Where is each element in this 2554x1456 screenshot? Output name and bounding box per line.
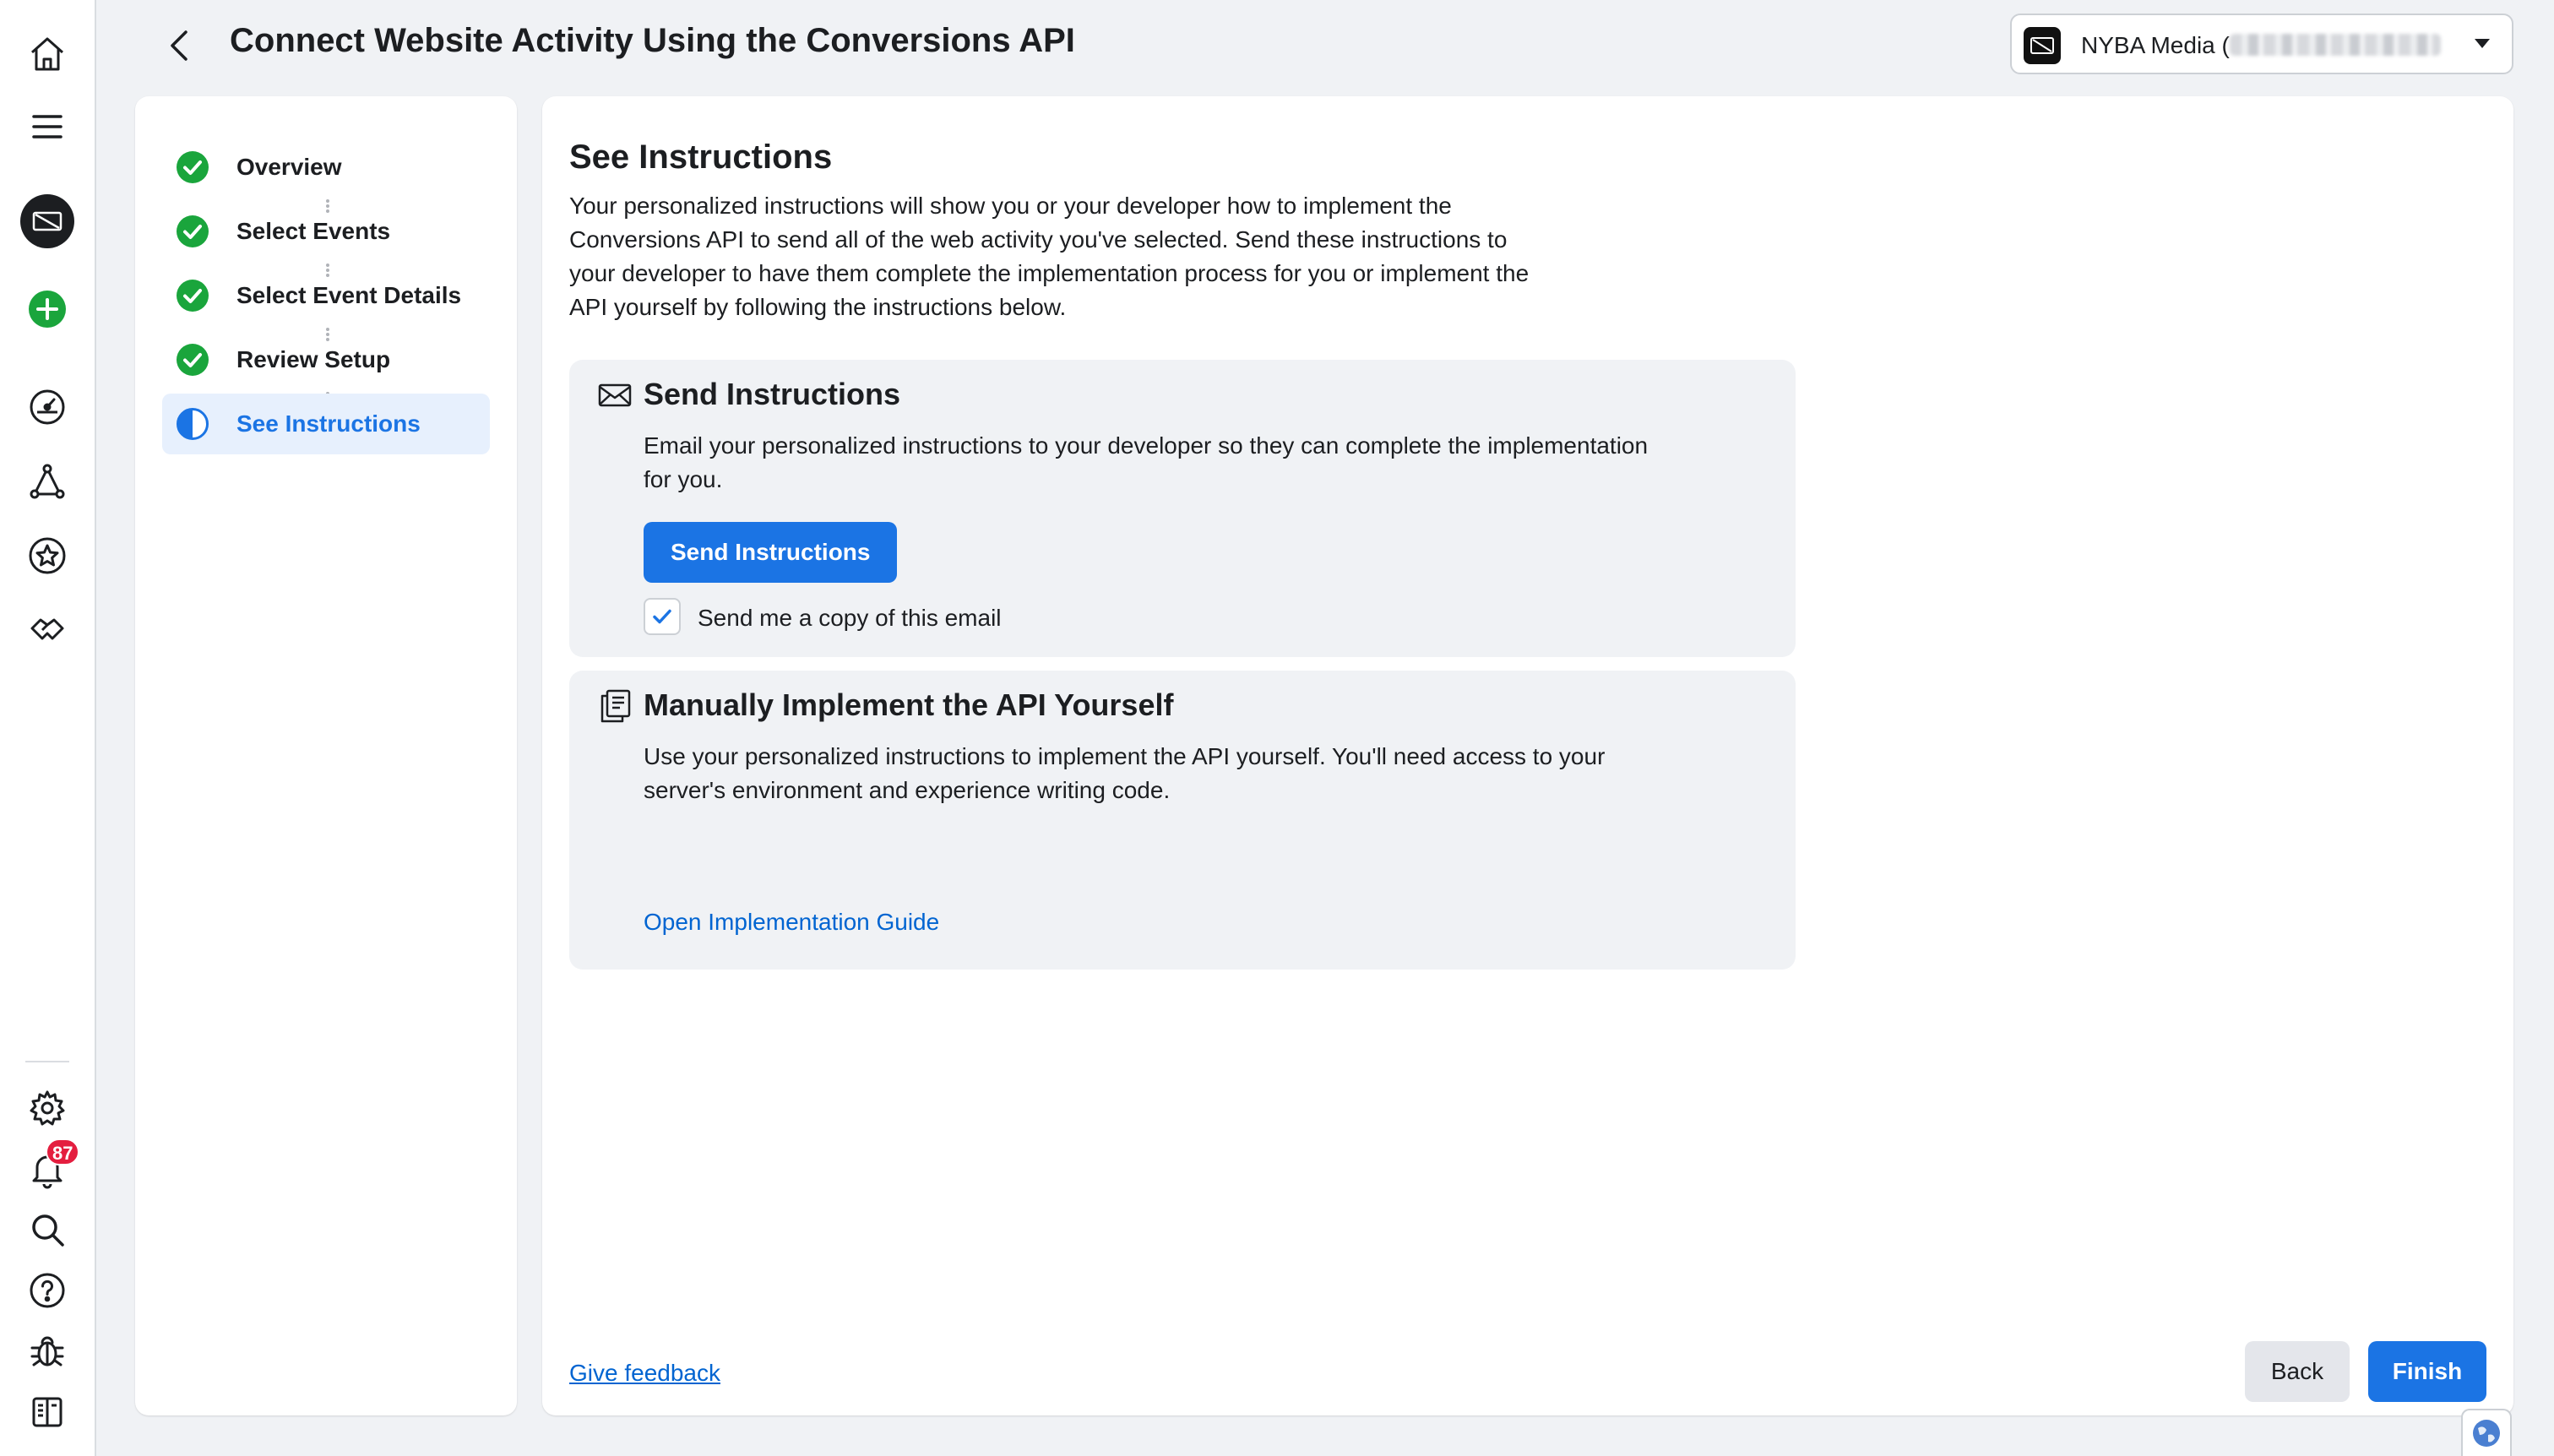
step-select-events[interactable]: Select Events [162, 201, 490, 262]
back-arrow-icon[interactable] [154, 19, 208, 73]
card-title: Send Instructions [644, 377, 901, 411]
checkmark-icon [653, 609, 671, 624]
search-icon[interactable] [20, 1203, 74, 1257]
check-circle-icon [177, 280, 209, 312]
dashboard-icon[interactable] [20, 380, 74, 434]
step-label: Review Setup [236, 346, 391, 372]
rail-divider [25, 1061, 69, 1062]
card-description: Use your personalized instructions to im… [644, 743, 1606, 803]
step-select-event-details[interactable]: Select Event Details [162, 265, 490, 326]
step-label: Select Event Details [236, 282, 462, 308]
partnership-icon[interactable] [20, 601, 74, 655]
settings-icon[interactable] [20, 1081, 74, 1135]
globe-icon[interactable] [2461, 1409, 2512, 1456]
half-circle-progress-icon [177, 408, 209, 440]
nav-rail: 87 [0, 0, 96, 1456]
check-circle-icon [177, 151, 209, 183]
step-label: Overview [236, 154, 342, 180]
implementation-guide-link[interactable]: Open Implementation Guide [644, 909, 939, 936]
back-button[interactable]: Back [2245, 1341, 2350, 1402]
step-overview[interactable]: Overview [162, 137, 490, 198]
menu-icon[interactable] [20, 100, 74, 154]
step-review-setup[interactable]: Review Setup [162, 329, 490, 390]
account-avatar-icon[interactable] [20, 194, 74, 248]
network-icon[interactable] [20, 454, 74, 508]
step-label: See Instructions [236, 410, 421, 437]
document-icon [600, 689, 631, 723]
account-name: NYBA Media ( [2081, 32, 2230, 58]
bug-icon[interactable] [20, 1324, 74, 1378]
page-header: Connect Website Activity Using the Conve… [95, 0, 2554, 91]
create-icon[interactable] [20, 282, 74, 336]
setup-stepper: Overview Select Events Select Event Deta… [135, 96, 517, 1415]
account-id-redacted [2230, 34, 2441, 56]
account-selector[interactable]: NYBA Media ( [2010, 14, 2513, 74]
check-circle-icon [177, 344, 209, 376]
send-instructions-card: Send Instructions Email your personalize… [569, 360, 1796, 657]
step-label: Select Events [236, 218, 391, 244]
send-copy-label[interactable]: Send me a copy of this email [698, 605, 1002, 632]
envelope-icon [598, 383, 632, 407]
finish-button[interactable]: Finish [2368, 1341, 2486, 1402]
section-title: See Instructions [569, 139, 833, 176]
send-instructions-button[interactable]: Send Instructions [644, 522, 898, 583]
manual-implementation-card: Manually Implement the API Yourself Use … [569, 671, 1796, 970]
page-title: Connect Website Activity Using the Conve… [230, 22, 1075, 59]
panel-toggle-icon[interactable] [20, 1385, 74, 1439]
card-description: Email your personalized instructions to … [644, 432, 1649, 492]
step-see-instructions[interactable]: See Instructions [162, 394, 490, 454]
account-logo-icon [2024, 27, 2061, 64]
give-feedback-link[interactable]: Give feedback [569, 1360, 720, 1387]
home-icon[interactable] [20, 27, 74, 81]
check-circle-icon [177, 215, 209, 247]
star-icon[interactable] [20, 529, 74, 583]
main-panel: See Instructions Your personalized instr… [542, 96, 2513, 1415]
help-icon[interactable] [20, 1263, 74, 1317]
intro-text: Your personalized instructions will show… [569, 193, 1530, 320]
caret-down-icon [2475, 39, 2490, 48]
card-title: Manually Implement the API Yourself [644, 687, 1174, 722]
send-copy-checkbox[interactable] [644, 598, 681, 635]
notification-count-badge: 87 [46, 1138, 80, 1165]
